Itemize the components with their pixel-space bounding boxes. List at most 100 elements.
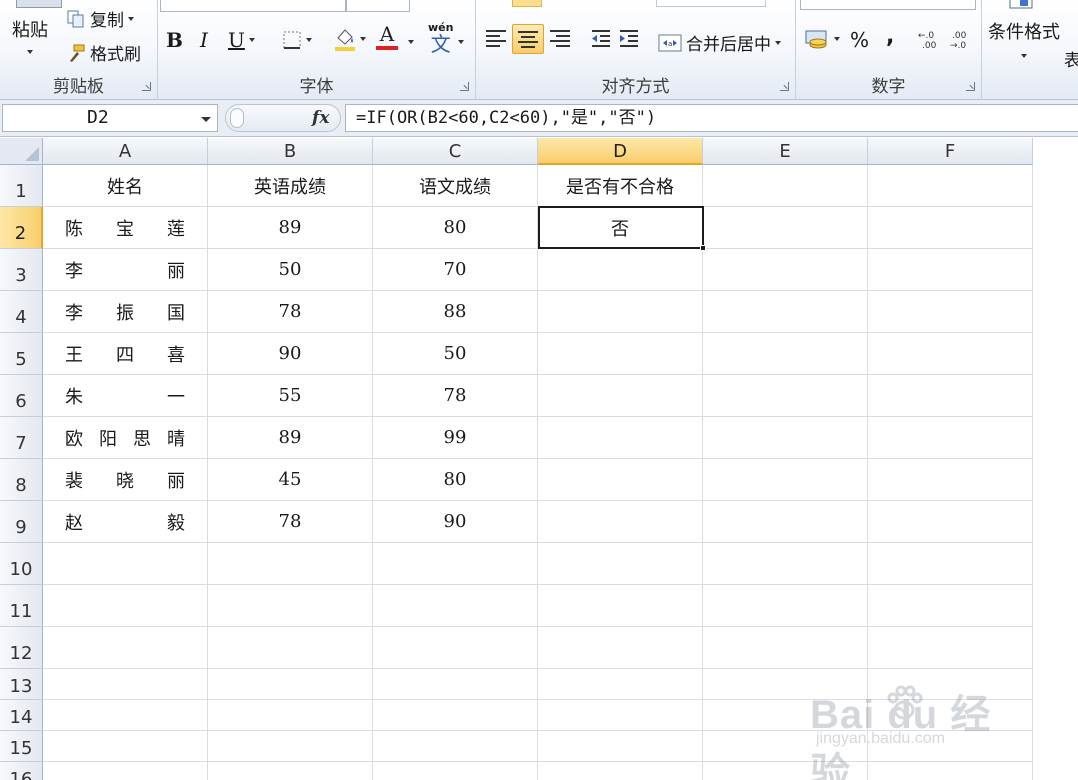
cell-a14[interactable] xyxy=(43,700,208,731)
row-header-11[interactable]: 11 xyxy=(0,585,43,627)
decrease-decimal-button[interactable]: .00 →.0 xyxy=(950,30,974,50)
select-all-button[interactable] xyxy=(0,138,43,165)
row-header-3[interactable]: 3 xyxy=(0,249,43,291)
cell-a2[interactable]: 陈宝莲 xyxy=(43,207,208,249)
increase-indent-button[interactable] xyxy=(618,28,640,48)
cell-a6[interactable]: 朱一 xyxy=(43,375,208,417)
column-header-f[interactable]: F xyxy=(868,138,1033,165)
row-header-6[interactable]: 6 xyxy=(0,375,43,417)
cell-f11[interactable] xyxy=(868,585,1033,627)
cell-b9[interactable]: 78 xyxy=(208,501,373,543)
formula-bar-resize-handle[interactable] xyxy=(230,108,244,128)
cell-c5[interactable]: 50 xyxy=(373,333,538,375)
cell-a3[interactable]: 李丽 xyxy=(43,249,208,291)
cell-f3[interactable] xyxy=(868,249,1033,291)
cell-f7[interactable] xyxy=(868,417,1033,459)
cell-f12[interactable] xyxy=(868,627,1033,669)
cell-c6[interactable]: 78 xyxy=(373,375,538,417)
cell-e3[interactable] xyxy=(703,249,868,291)
row-header-13[interactable]: 13 xyxy=(0,669,43,700)
cell-c15[interactable] xyxy=(373,731,538,762)
cell-b12[interactable] xyxy=(208,627,373,669)
cell-e11[interactable] xyxy=(703,585,868,627)
row-header-5[interactable]: 5 xyxy=(0,333,43,375)
cell-d13[interactable] xyxy=(538,669,703,700)
row-header-9[interactable]: 9 xyxy=(0,501,43,543)
cell-d14[interactable] xyxy=(538,700,703,731)
dialog-launcher-icon[interactable] xyxy=(966,82,975,91)
cell-a1[interactable]: 姓名 xyxy=(43,165,208,207)
cell-c13[interactable] xyxy=(373,669,538,700)
cell-f10[interactable] xyxy=(868,543,1033,585)
cell-a16[interactable] xyxy=(43,762,208,780)
formula-input[interactable]: =IF(OR(B2<60,C2<60),"是","否") xyxy=(345,104,1078,132)
underline-button[interactable]: U xyxy=(228,28,255,52)
percent-button[interactable]: % xyxy=(850,28,869,52)
comma-style-button[interactable]: , xyxy=(886,24,894,49)
align-left-button[interactable] xyxy=(484,28,508,48)
row-header-12[interactable]: 12 xyxy=(0,627,43,669)
row-header-2[interactable]: 2 xyxy=(0,207,43,249)
cell-d10[interactable] xyxy=(538,543,703,585)
cell-a8[interactable]: 裴晓丽 xyxy=(43,459,208,501)
cell-e6[interactable] xyxy=(703,375,868,417)
format-painter-button[interactable]: 格式刷 xyxy=(66,40,141,65)
cell-a9[interactable]: 赵毅 xyxy=(43,501,208,543)
increase-decimal-button[interactable]: ←.0 .00 xyxy=(918,30,942,50)
cell-a11[interactable] xyxy=(43,585,208,627)
cell-c3[interactable]: 70 xyxy=(373,249,538,291)
cell-a15[interactable] xyxy=(43,731,208,762)
align-center-button[interactable] xyxy=(512,24,544,54)
wrap-text-partial[interactable] xyxy=(656,0,766,7)
accounting-format-button[interactable] xyxy=(804,28,840,50)
cell-f2[interactable] xyxy=(868,207,1033,249)
cell-c1[interactable]: 语文成绩 xyxy=(373,165,538,207)
paste-label-button[interactable]: 粘贴 xyxy=(12,16,48,54)
cell-b6[interactable]: 55 xyxy=(208,375,373,417)
cell-d2[interactable]: 否 xyxy=(538,207,703,249)
cell-c8[interactable]: 80 xyxy=(373,459,538,501)
phonetic-button[interactable]: wén 文 xyxy=(428,22,453,55)
cell-e5[interactable] xyxy=(703,333,868,375)
cell-b10[interactable] xyxy=(208,543,373,585)
row-header-7[interactable]: 7 xyxy=(0,417,43,459)
decrease-indent-button[interactable] xyxy=(590,28,612,48)
cell-f4[interactable] xyxy=(868,291,1033,333)
cell-e7[interactable] xyxy=(703,417,868,459)
column-header-e[interactable]: E xyxy=(703,138,868,165)
cell-a12[interactable] xyxy=(43,627,208,669)
row-header-16[interactable]: 16 xyxy=(0,762,43,780)
font-size-box[interactable] xyxy=(346,0,410,12)
cell-d16[interactable] xyxy=(538,762,703,780)
cell-d15[interactable] xyxy=(538,731,703,762)
cell-c4[interactable]: 88 xyxy=(373,291,538,333)
cell-b13[interactable] xyxy=(208,669,373,700)
cell-c7[interactable]: 99 xyxy=(373,417,538,459)
cell-c12[interactable] xyxy=(373,627,538,669)
cell-e2[interactable] xyxy=(703,207,868,249)
cell-c16[interactable] xyxy=(373,762,538,780)
cell-b2[interactable]: 89 xyxy=(208,207,373,249)
row-header-8[interactable]: 8 xyxy=(0,459,43,501)
bold-button[interactable]: B xyxy=(166,28,183,52)
cell-e8[interactable] xyxy=(703,459,868,501)
cell-c11[interactable] xyxy=(373,585,538,627)
cell-d9[interactable] xyxy=(538,501,703,543)
fill-handle[interactable] xyxy=(700,245,706,251)
cell-d3[interactable] xyxy=(538,249,703,291)
cell-b4[interactable]: 78 xyxy=(208,291,373,333)
chevron-down-icon[interactable] xyxy=(201,117,211,122)
cell-e4[interactable] xyxy=(703,291,868,333)
cell-f1[interactable] xyxy=(868,165,1033,207)
cell-d6[interactable] xyxy=(538,375,703,417)
cell-d7[interactable] xyxy=(538,417,703,459)
cell-b5[interactable]: 90 xyxy=(208,333,373,375)
cell-a10[interactable] xyxy=(43,543,208,585)
row-header-10[interactable]: 10 xyxy=(0,543,43,585)
row-header-15[interactable]: 15 xyxy=(0,731,43,762)
cell-f9[interactable] xyxy=(868,501,1033,543)
dialog-launcher-icon[interactable] xyxy=(780,82,789,91)
column-header-c[interactable]: C xyxy=(373,138,538,165)
column-header-a[interactable]: A xyxy=(43,138,208,165)
cell-c14[interactable] xyxy=(373,700,538,731)
